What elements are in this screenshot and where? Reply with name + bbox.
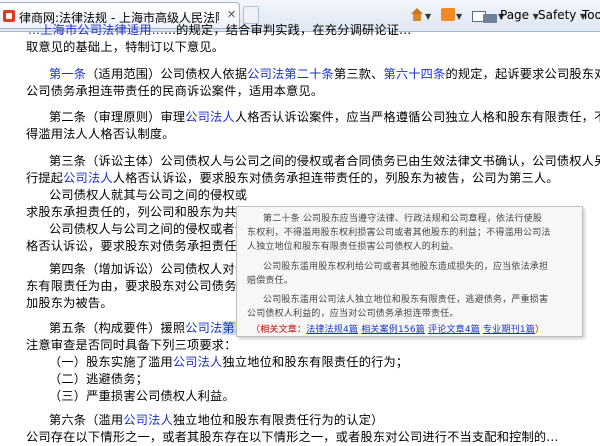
paragraph-line: 公司债权人与公司之间的侵权或者合: [49, 222, 248, 236]
related-cases-link[interactable]: 相关案例156篇: [361, 325, 425, 335]
paragraph-line: 求股东承担责任的，列公司和股东为共: [26, 205, 237, 219]
article-5: 第五条（构成要件）援照公司法第二十: [49, 320, 260, 337]
site-favicon-icon: [3, 10, 15, 22]
company-legal-person-link[interactable]: 公司法人: [185, 110, 235, 124]
chevron-down-icon: ▼: [425, 12, 432, 21]
company-legal-person-link[interactable]: 公司法人: [123, 413, 173, 427]
safety-menu-label: Safety: [538, 8, 577, 22]
list-item: （二）逃避债务；: [49, 372, 149, 386]
popup-text: 公司股东滥用股东权利给公司或者其他股东造成损失的，应当依法承担: [263, 262, 549, 272]
popup-text: 公司债权人利益的，应当对公司债务承担连带责任。: [247, 309, 459, 319]
page-menu[interactable]: Page ▼: [500, 6, 539, 24]
related-articles: （相关文章：法律法规4篇 相关案例156篇 评论文章4篇 专业期刊1篇）: [251, 325, 545, 335]
related-comments-link[interactable]: 评论文章4篇: [428, 325, 480, 335]
article-6: 第六条（滥用公司法人独立地位和股东有限责任行为的认定）: [49, 413, 384, 427]
popup-text: 第二十条 公司股东应当遵守法律、行政法规和公司章程，依法行使股: [263, 214, 543, 224]
page-menu-label: Page: [500, 8, 530, 22]
rss-feed-icon: [441, 8, 455, 21]
statute-link[interactable]: ...上海市公司法律适用...: [28, 23, 164, 37]
printer-icon: [483, 14, 497, 23]
popup-text: 赔偿责任。: [247, 276, 294, 286]
tab-close-button[interactable]: ✕: [226, 8, 237, 21]
paragraph-line: 公司债权人就其与公司之间的侵权或: [49, 188, 248, 202]
article-2: 第二条（审理原则）审理公司法人人格否认诉讼案件，应当严格遵循公司独立人格和股东有…: [49, 110, 600, 124]
article-1: 第一条（适用范围）公司债权人依据公司法第二十条第三款、第六十四条的规定，起诉要求…: [49, 67, 600, 81]
popup-text: 公司股东滥用公司法人独立地位和股东有限责任，逃避债务，严重损害: [263, 295, 549, 305]
paragraph-line: ...上海市公司法律适用......的规定，结合审判实践，在充分调研论证...: [28, 23, 412, 37]
related-journals-link[interactable]: 专业期刊1篇: [483, 325, 535, 335]
popup-text: 东权利，不得滥用股东权利损害公司或者其他股东的利益；不得滥用公司法: [247, 228, 551, 238]
feeds-button[interactable]: ▼: [441, 6, 462, 24]
paragraph-line: 取意见的基础上，特制订以下意见。: [26, 40, 225, 54]
chevron-down-icon: ▼: [456, 12, 463, 21]
company-legal-person-link[interactable]: 公司法人: [173, 355, 223, 369]
article-20-link[interactable]: 第二十条: [284, 67, 334, 81]
tools-menu-label: Tools: [582, 8, 600, 22]
paragraph-line: 注意审查是否同时具备下列三项要求：: [26, 338, 237, 352]
paragraph-line: 得滥用法人人格否认制度。: [26, 127, 175, 141]
paragraph-line: 公司存在以下情形之一，或者其股东存在以下情形之一，或者股东对公司进行不当支配和控…: [26, 430, 559, 444]
company-legal-person-link[interactable]: 公司法人: [63, 171, 113, 185]
safety-menu[interactable]: Safety ▼: [538, 6, 586, 24]
paragraph-line: 格否认诉讼，要求股东对债务承担责任: [26, 239, 237, 253]
list-item: （三）严重损害公司债权人利益。: [49, 389, 235, 403]
company-law-link[interactable]: 公司法: [185, 321, 222, 335]
paragraph-line: 公司债务承担连带责任的民商诉讼案件，适用本意见。: [26, 84, 324, 98]
article-tooltip-popup: 第二十条 公司股东应当遵守法律、行政法规和公司章程，依法行使股 东权利，不得滥用…: [236, 206, 583, 337]
paragraph-line: 加股东为被告。: [26, 296, 113, 310]
popup-text: 人独立地位和股东有限责任损害公司债权人的利益。: [247, 242, 459, 252]
document-content: ...上海市公司法律适用......的规定，结合审判实践，在充分调研论证... …: [0, 23, 600, 444]
paragraph-line: 东有限责任为由，要求股东对公司债务承: [26, 279, 249, 293]
article-64-link[interactable]: 第六十四条: [384, 67, 446, 81]
home-button[interactable]: ▼: [410, 6, 431, 24]
related-label: （相关文章：: [251, 325, 307, 335]
paragraph-line: 行提起公司法人人格否认诉讼，要求股东对债务承担连带责任的，列股东为被告，公司为第…: [26, 171, 559, 185]
article-1-link[interactable]: 第一条: [49, 67, 86, 81]
list-item: （一）股东实施了滥用公司法人独立地位和股东有限责任的行为；: [49, 355, 409, 369]
related-laws-link[interactable]: 法律法规4篇: [306, 325, 358, 335]
article-4: 第四条（增加诉讼）公司债权人对公: [49, 262, 248, 276]
tools-menu[interactable]: Tools: [582, 6, 600, 24]
company-law-link[interactable]: 公司法: [247, 67, 284, 81]
home-icon: [410, 8, 424, 21]
article-3: 第三条（诉讼主体）公司债权人与公司之间的侵权或者合同债务已由生效法律文书确认，公…: [49, 154, 600, 168]
